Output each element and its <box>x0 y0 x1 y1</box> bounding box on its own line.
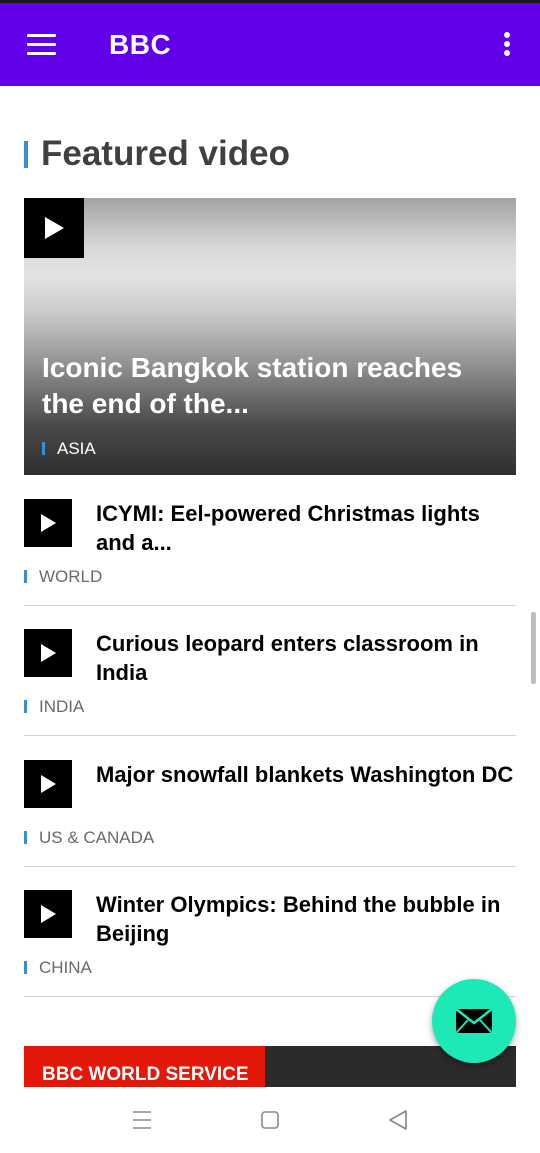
category-label: INDIA <box>39 697 85 716</box>
mail-fab-button[interactable] <box>432 979 516 1063</box>
hamburger-menu-icon[interactable] <box>27 34 57 56</box>
video-list-item[interactable]: ICYMI: Eel-powered Christmas lights and … <box>24 475 516 606</box>
video-category: CHINA <box>24 958 92 978</box>
world-service-label: BBC WORLD SERVICE <box>24 1046 265 1088</box>
play-icon[interactable] <box>24 499 72 547</box>
back-icon[interactable] <box>387 1107 409 1133</box>
video-title: Curious leopard enters classroom in Indi… <box>96 631 479 685</box>
video-title: Major snowfall blankets Washington DC <box>96 762 514 787</box>
featured-video-card[interactable]: Iconic Bangkok station reaches the end o… <box>24 198 516 475</box>
play-icon[interactable] <box>24 198 84 258</box>
video-list-item[interactable]: Winter Olympics: Behind the bubble in Be… <box>24 866 516 997</box>
section-accent-bar <box>24 141 28 168</box>
video-list-item[interactable]: Curious leopard enters classroom in Indi… <box>24 605 516 736</box>
category-label: ASIA <box>57 439 96 458</box>
app-bar: BBC <box>0 0 540 86</box>
video-title: ICYMI: Eel-powered Christmas lights and … <box>96 501 480 555</box>
play-icon[interactable] <box>24 629 72 677</box>
category-label: WORLD <box>39 567 103 586</box>
video-title: Winter Olympics: Behind the bubble in Be… <box>96 892 501 946</box>
play-icon[interactable] <box>24 760 72 808</box>
video-category: US & CANADA <box>24 828 154 848</box>
mail-icon <box>455 1008 493 1034</box>
featured-video-category: ASIA <box>42 439 96 459</box>
category-label: CHINA <box>39 958 92 977</box>
recents-icon[interactable] <box>131 1107 153 1133</box>
video-list-item[interactable]: Major snowfall blankets Washington DC US… <box>24 736 516 867</box>
category-label: US & CANADA <box>39 828 155 847</box>
play-icon[interactable] <box>24 890 72 938</box>
app-title: BBC <box>109 29 172 60</box>
home-icon[interactable] <box>259 1107 281 1133</box>
video-category: INDIA <box>24 697 84 717</box>
featured-video-title: Iconic Bangkok station reaches the end o… <box>42 352 463 419</box>
system-nav-bar <box>0 1087 540 1153</box>
section-title: Featured video <box>41 134 290 173</box>
scrollbar[interactable] <box>531 612 536 684</box>
vertical-dots-icon[interactable] <box>500 32 514 62</box>
video-category: WORLD <box>24 567 102 587</box>
